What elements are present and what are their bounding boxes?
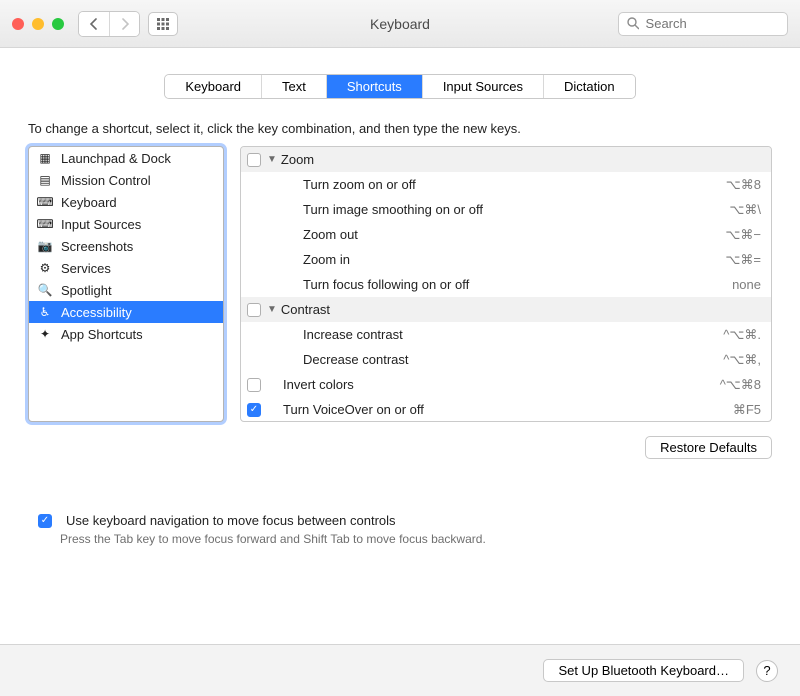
category-label: Launchpad & Dock — [61, 151, 171, 166]
close-window-button[interactable] — [12, 18, 24, 30]
category-keyboard[interactable]: ⌨︎ Keyboard — [29, 191, 223, 213]
shortcut-label: Decrease contrast — [247, 352, 723, 367]
restore-defaults-button[interactable]: Restore Defaults — [645, 436, 772, 459]
category-label: Keyboard — [61, 195, 117, 210]
input-sources-icon: ⌨︎ — [37, 216, 53, 232]
group-label: Contrast — [281, 302, 761, 317]
tab-dictation[interactable]: Dictation — [543, 75, 635, 98]
shortcut-label: Turn focus following on or off — [247, 277, 732, 292]
shortcut-label: Zoom out — [247, 227, 725, 242]
category-services[interactable]: ⚙︎ Services — [29, 257, 223, 279]
category-label: Accessibility — [61, 305, 132, 320]
category-spotlight[interactable]: 🔍 Spotlight — [29, 279, 223, 301]
shortcut-row[interactable]: Turn focus following on or offnone — [241, 272, 771, 297]
app-shortcuts-icon: ✦ — [37, 326, 53, 342]
tab-input-sources[interactable]: Input Sources — [422, 75, 543, 98]
group-label: Zoom — [281, 152, 761, 167]
shortcut-key[interactable]: ⌥⌘\ — [729, 202, 761, 218]
shortcut-label: Increase contrast — [247, 327, 723, 342]
category-list[interactable]: ▦ Launchpad & Dock ▤ Mission Control ⌨︎ Keybo… — [28, 146, 224, 422]
shortcut-key[interactable]: ^⌥⌘. — [723, 327, 761, 343]
shortcut-row[interactable]: Zoom in⌥⌘= — [241, 247, 771, 272]
category-label: Mission Control — [61, 173, 151, 188]
category-launchpad-dock[interactable]: ▦ Launchpad & Dock — [29, 147, 223, 169]
shortcut-label: Turn VoiceOver on or off — [283, 402, 733, 417]
keyboard-nav-hint: Press the Tab key to move focus forward … — [60, 532, 772, 546]
disclosure-triangle-icon[interactable]: ▼ — [267, 154, 277, 165]
category-screenshots[interactable]: 📷 Screenshots — [29, 235, 223, 257]
shortcut-key[interactable]: ⌘F5 — [733, 402, 761, 418]
shortcut-row[interactable]: Turn image smoothing on or off⌥⌘\ — [241, 197, 771, 222]
zoom-window-button[interactable] — [52, 18, 64, 30]
category-app-shortcuts[interactable]: ✦ App Shortcuts — [29, 323, 223, 345]
shortcut-row[interactable]: Turn zoom on or off⌥⌘8 — [241, 172, 771, 197]
chevron-left-icon — [89, 18, 99, 30]
keyboard-icon: ⌨︎ — [37, 194, 53, 210]
shortcut-label: Invert colors — [283, 377, 720, 392]
bluetooth-keyboard-button[interactable]: Set Up Bluetooth Keyboard… — [543, 659, 744, 682]
shortcut-row[interactable]: Increase contrast^⌥⌘. — [241, 322, 771, 347]
keyboard-nav-label: Use keyboard navigation to move focus be… — [66, 513, 396, 528]
shortcut-list[interactable]: ▼ZoomTurn zoom on or off⌥⌘8Turn image sm… — [240, 146, 772, 422]
group-checkbox[interactable] — [247, 153, 261, 167]
shortcut-key[interactable]: ^⌥⌘8 — [720, 377, 761, 393]
shortcut-key[interactable]: ⌥⌘− — [725, 227, 761, 243]
shortcut-group-contrast[interactable]: ▼ Contrast — [241, 297, 771, 322]
search-icon — [627, 17, 639, 30]
keyboard-nav-checkbox[interactable] — [38, 514, 52, 528]
mission-control-icon: ▤ — [37, 172, 53, 188]
minimize-window-button[interactable] — [32, 18, 44, 30]
content-area: To change a shortcut, select it, click t… — [0, 99, 800, 546]
disclosure-triangle-icon[interactable]: ▼ — [267, 304, 277, 315]
accessibility-icon: ♿︎ — [37, 304, 53, 320]
shortcut-row[interactable]: Zoom out⌥⌘− — [241, 222, 771, 247]
search-input[interactable] — [644, 15, 779, 32]
instruction-text: To change a shortcut, select it, click t… — [28, 121, 772, 136]
tab-text[interactable]: Text — [261, 75, 326, 98]
shortcut-key[interactable]: ⌥⌘= — [725, 252, 761, 268]
services-icon: ⚙︎ — [37, 260, 53, 276]
keyboard-nav-row: Use keyboard navigation to move focus be… — [38, 513, 772, 528]
shortcut-label: Turn zoom on or off — [247, 177, 726, 192]
tab-shortcuts[interactable]: Shortcuts — [326, 75, 422, 98]
shortcut-key[interactable]: none — [732, 277, 761, 292]
traffic-lights — [12, 18, 64, 30]
category-label: App Shortcuts — [61, 327, 143, 342]
forward-button[interactable] — [109, 12, 139, 36]
category-label: Spotlight — [61, 283, 112, 298]
nav-buttons — [78, 11, 140, 37]
shortcut-checkbox[interactable] — [247, 403, 261, 417]
shortcut-checkbox[interactable] — [247, 378, 261, 392]
search-field[interactable] — [618, 12, 788, 36]
help-button[interactable]: ? — [756, 660, 778, 682]
chevron-right-icon — [120, 18, 130, 30]
tab-keyboard[interactable]: Keyboard — [165, 75, 261, 98]
shortcut-group-zoom[interactable]: ▼ Zoom — [241, 147, 771, 172]
category-mission-control[interactable]: ▤ Mission Control — [29, 169, 223, 191]
screenshots-icon: 📷 — [37, 238, 53, 254]
shortcut-row[interactable]: Invert colors^⌥⌘8 — [241, 372, 771, 397]
shortcut-row[interactable]: Decrease contrast^⌥⌘, — [241, 347, 771, 372]
back-button[interactable] — [79, 12, 109, 36]
window-title: Keyboard — [370, 16, 430, 32]
spotlight-icon: 🔍 — [37, 282, 53, 298]
shortcut-row[interactable]: Turn VoiceOver on or off⌘F5 — [241, 397, 771, 422]
category-label: Screenshots — [61, 239, 133, 254]
shortcut-label: Turn image smoothing on or off — [247, 202, 729, 217]
shortcut-key[interactable]: ^⌥⌘, — [723, 352, 761, 368]
category-input-sources[interactable]: ⌨︎ Input Sources — [29, 213, 223, 235]
show-all-button[interactable] — [148, 12, 178, 36]
tabs: KeyboardTextShortcutsInput SourcesDictat… — [0, 74, 800, 99]
category-accessibility[interactable]: ♿︎ Accessibility — [29, 301, 223, 323]
titlebar: Keyboard — [0, 0, 800, 48]
shortcut-key[interactable]: ⌥⌘8 — [726, 177, 761, 193]
group-checkbox[interactable] — [247, 303, 261, 317]
grid-icon — [156, 17, 170, 31]
category-label: Input Sources — [61, 217, 141, 232]
shortcut-label: Zoom in — [247, 252, 725, 267]
launchpad-icon: ▦ — [37, 150, 53, 166]
category-label: Services — [61, 261, 111, 276]
bottom-bar: Set Up Bluetooth Keyboard… ? — [0, 644, 800, 696]
